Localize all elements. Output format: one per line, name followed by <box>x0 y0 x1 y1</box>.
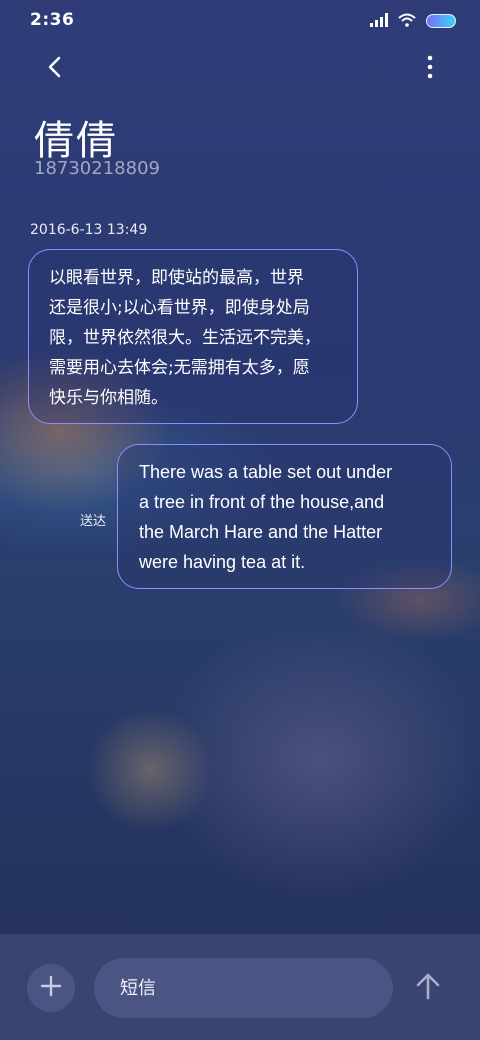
plus-icon <box>40 975 62 1001</box>
message-line: were having tea at it. <box>139 552 306 572</box>
message-input-container[interactable] <box>94 958 393 1018</box>
send-arrow-up-icon <box>416 972 440 1004</box>
wifi-icon <box>398 12 416 31</box>
contact-phone: 18730218809 <box>34 158 160 179</box>
message-line: a tree in front of the house,and <box>139 492 385 512</box>
battery-icon <box>426 14 456 28</box>
signal-icon <box>370 12 388 31</box>
incoming-message-bubble[interactable]: 以眼看世界，即使站的最高，世界 还是很小;以心看世界，即使身处局 限，世界依然很… <box>28 249 358 424</box>
message-line: 还是很小;以心看世界，即使身处局 <box>49 298 310 318</box>
message-line: 需要用心去体会;无需拥有太多，愿 <box>49 358 310 378</box>
add-attachment-button[interactable] <box>27 964 75 1012</box>
outgoing-message-bubble[interactable]: There was a table set out under a tree i… <box>117 444 452 589</box>
delivery-status: 送达 <box>80 514 107 529</box>
send-button[interactable] <box>410 970 446 1006</box>
message-line: 以眼看世界，即使站的最高，世界 <box>49 268 304 288</box>
message-line: 限，世界依然很大。生活远不完美， <box>49 328 321 348</box>
sms-conversation-screen: 2:36 倩倩 18730218809 2016-6-13 13:49 以眼看世… <box>0 0 480 1040</box>
message-timestamp: 2016-6-13 13:49 <box>30 222 148 238</box>
status-time: 2:36 <box>30 10 75 30</box>
status-icons <box>370 12 456 30</box>
status-bar: 2:36 <box>0 0 480 40</box>
message-input[interactable] <box>118 976 372 1000</box>
message-line: 快乐与你相随。 <box>49 388 168 408</box>
more-options-button[interactable] <box>420 52 440 86</box>
more-vertical-icon <box>427 55 433 83</box>
message-line: There was a table set out under <box>139 462 393 482</box>
message-line: the March Hare and the Hatter <box>139 522 383 542</box>
back-button[interactable] <box>38 52 72 86</box>
back-arrow-icon <box>47 56 63 82</box>
